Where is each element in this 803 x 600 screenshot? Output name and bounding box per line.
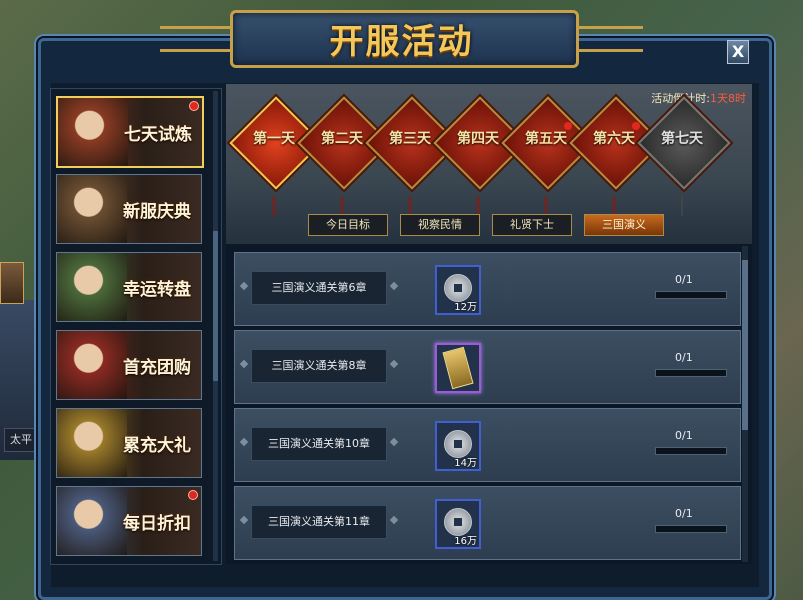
task-row: 三国演义通关第6章 12万 0/1	[234, 252, 741, 326]
row-ornament	[239, 281, 249, 291]
content-area: 活动倒计时:1天8时 第一天第二天第三天第四天第五天第六天第七天 今日目标视察民…	[226, 84, 752, 564]
row-ornament	[389, 437, 399, 447]
reward-count: 16万	[454, 536, 477, 547]
reward-slot[interactable]	[435, 343, 481, 393]
reward-slot[interactable]: 12万	[435, 265, 481, 315]
task-row: 三国演义通关第10章 14万 0/1	[234, 408, 741, 482]
day-tassel	[273, 196, 275, 216]
task-name: 三国演义通关第10章	[251, 427, 387, 461]
day-tassel	[545, 196, 547, 216]
reward-count: 14万	[454, 458, 477, 469]
hero-portrait	[57, 253, 127, 321]
progress-text: 0/1	[675, 351, 693, 364]
row-ornament	[239, 515, 249, 525]
progress-bar	[655, 447, 727, 455]
menu-item[interactable]: 七天试炼	[56, 96, 204, 168]
hero-portrait	[58, 98, 128, 166]
menu-scrollbar-thumb[interactable]	[213, 231, 218, 381]
token-icon	[442, 346, 474, 390]
notification-dot	[188, 490, 198, 500]
row-ornament	[239, 437, 249, 447]
task-name: 三国演义通关第8章	[251, 349, 387, 383]
day-tassel	[477, 196, 479, 216]
notification-dot	[564, 122, 572, 130]
day-tassel	[681, 196, 683, 216]
close-button[interactable]: X	[727, 40, 749, 64]
day-tassel	[613, 196, 615, 216]
reward-slot[interactable]: 14万	[435, 421, 481, 471]
task-row: 三国演义通关第8章 0/1	[234, 330, 741, 404]
sub-tab[interactable]: 今日目标	[308, 214, 388, 236]
progress-bar	[655, 525, 727, 533]
progress-text: 0/1	[675, 507, 693, 520]
notification-dot	[632, 122, 640, 130]
row-ornament	[389, 515, 399, 525]
progress-bar	[655, 291, 727, 299]
world-side-label: 太平	[4, 428, 38, 452]
list-scrollbar[interactable]	[742, 246, 748, 562]
progress-text: 0/1	[675, 273, 693, 286]
coin-hole	[454, 440, 462, 448]
task-row: 三国演义通关第11章 16万 0/1	[234, 486, 741, 560]
menu-item-label: 首充团购	[123, 358, 191, 378]
menu-item[interactable]: 幸运转盘	[56, 252, 202, 322]
title-bar: 开服活动	[160, 4, 643, 68]
day-tassel	[409, 196, 411, 216]
hero-portrait	[57, 175, 127, 243]
countdown-value: 1天8时	[710, 92, 746, 105]
day-tassel	[341, 196, 343, 216]
menu-item[interactable]: 累充大礼	[56, 408, 202, 478]
reward-count: 12万	[454, 302, 477, 313]
row-ornament	[389, 281, 399, 291]
task-name: 三国演义通关第11章	[251, 505, 387, 539]
menu-item[interactable]: 每日折扣	[56, 486, 202, 556]
menu-item-label: 每日折扣	[123, 514, 191, 534]
progress-bar	[655, 369, 727, 377]
menu-item[interactable]: 新服庆典	[56, 174, 202, 244]
progress-text: 0/1	[675, 429, 693, 442]
row-ornament	[239, 359, 249, 369]
menu-item[interactable]: 首充团购	[56, 330, 202, 400]
page-title: 开服活动	[329, 22, 474, 62]
list-scrollbar-thumb[interactable]	[742, 260, 748, 430]
coin-hole	[454, 284, 462, 292]
sub-tab[interactable]: 礼贤下士	[492, 214, 572, 236]
row-ornament	[389, 359, 399, 369]
menu-scrollbar[interactable]	[213, 91, 218, 561]
task-list: 三国演义通关第6章 12万 0/1 三国演义通关第8章 0/1 三国演义通关第10章 14万…	[226, 244, 752, 564]
day-tab-label: 第七天	[661, 131, 703, 147]
hero-portrait	[57, 331, 127, 399]
notification-dot	[189, 101, 199, 111]
day-banner: 活动倒计时:1天8时 第一天第二天第三天第四天第五天第六天第七天 今日目标视察民…	[226, 84, 752, 244]
reward-slot[interactable]: 16万	[435, 499, 481, 549]
menu-item-label: 幸运转盘	[123, 280, 191, 300]
coin-hole	[454, 518, 462, 526]
hero-portrait	[57, 409, 127, 477]
menu-item-label: 累充大礼	[123, 436, 191, 456]
sub-tab[interactable]: 三国演义	[584, 214, 664, 236]
hero-portrait	[57, 487, 127, 555]
world-avatar[interactable]	[0, 262, 24, 304]
menu-item-label: 七天试炼	[124, 125, 192, 145]
menu-item-label: 新服庆典	[123, 202, 191, 222]
task-name: 三国演义通关第6章	[251, 271, 387, 305]
sub-tab[interactable]: 视察民情	[400, 214, 480, 236]
countdown: 活动倒计时:1天8时	[651, 90, 746, 106]
